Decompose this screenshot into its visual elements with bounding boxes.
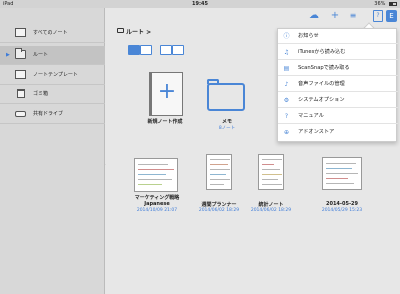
sidebar-item-label: すべてのノート <box>33 30 68 36</box>
folder-icon <box>117 28 124 33</box>
sidebar: すべてのノート ▶ ルート ノートテンプレート ゴミ箱 共有ドライブ <box>0 8 105 294</box>
menu-item-addon-store[interactable]: ⊕ アドオンストア <box>278 125 398 140</box>
note-item[interactable]: 2014-05-29 2014/05/29 15:23 <box>310 201 374 219</box>
divider <box>0 42 105 43</box>
cloud-sync-icon[interactable]: ☁ <box>306 10 322 22</box>
selected-arrow-icon: ▶ <box>6 52 10 58</box>
scan-icon: ▤ <box>283 65 290 72</box>
note-thumbnail[interactable] <box>134 158 178 192</box>
sidebar-item-label: ゴミ箱 <box>33 91 49 97</box>
note-item[interactable]: 統計ノート 2014/06/02 18:29 <box>241 201 301 219</box>
note-thumbnail[interactable] <box>258 154 284 190</box>
template-icon <box>15 70 26 79</box>
grid-view-button[interactable] <box>128 45 140 55</box>
breadcrumb[interactable]: ルート > <box>126 27 151 36</box>
note-item[interactable]: マーケティング戦略 Japanese 2014/10/09 21:07 <box>122 194 192 218</box>
sidebar-item-label: 共有ドライブ <box>33 111 64 117</box>
menu-item-label: お知らせ <box>298 33 319 39</box>
divider <box>0 103 105 104</box>
sidebar-item-label: ノートテンプレート <box>33 72 78 78</box>
menu-dropdown: ⓘ お知らせ ♫ iTunesから読み込む ▤ ScanSnapで読み取る ♪ … <box>277 28 398 142</box>
note-date: 2014/06/02 18:29 <box>250 208 292 213</box>
settings-button[interactable]: ? <box>373 10 383 22</box>
divider <box>0 123 105 124</box>
folder-icon <box>15 48 26 59</box>
menu-item-manual[interactable]: ? マニュアル <box>278 109 398 124</box>
sidebar-item-root[interactable]: ▶ ルート <box>0 46 105 64</box>
folder-note-count: 8ノート <box>218 126 236 131</box>
menu-item-label: ScanSnapで読み取る <box>298 65 350 71</box>
select-button[interactable] <box>172 45 184 55</box>
audio-file-icon: ♪ <box>284 81 289 88</box>
evernote-icon[interactable]: E <box>386 10 397 22</box>
menu-item-audio-files[interactable]: ♪ 音声ファイルの管理 <box>278 77 398 92</box>
menu-item-notices[interactable]: ⓘ お知らせ <box>278 29 398 44</box>
memo-folder-label-wrap: メモ 8ノート <box>192 118 262 136</box>
menu-item-label: システムオプション <box>298 97 345 103</box>
note-item[interactable]: 週間プランナー 2014/06/02 18:29 <box>189 201 249 219</box>
menu-icon[interactable]: ≡ <box>347 10 359 22</box>
divider <box>0 64 105 65</box>
note-title: 週間プランナー <box>201 202 237 208</box>
note-date: 2014/10/09 21:07 <box>136 208 178 213</box>
note-date: 2014/06/02 18:29 <box>198 208 240 213</box>
new-note-label-wrap: 新規ノート作成 <box>130 118 200 128</box>
status-bar: iPad 19:45 36% <box>0 0 400 8</box>
note-date: 2014/05/29 15:23 <box>321 208 363 213</box>
sidebar-item-all-notes[interactable]: すべてのノート <box>0 24 105 42</box>
note-title: マーケティング戦略 <box>134 195 180 201</box>
note-title: 2014-05-29 <box>326 201 358 207</box>
menu-item-itunes-import[interactable]: ♫ iTunesから読み込む <box>278 45 398 60</box>
menu-item-label: マニュアル <box>298 113 324 119</box>
drive-icon <box>15 111 26 117</box>
add-icon[interactable]: + <box>329 10 341 22</box>
sidebar-item-shared-drive[interactable]: 共有ドライブ <box>0 105 105 123</box>
trash-icon <box>17 89 25 98</box>
plus-icon: + <box>157 79 177 104</box>
battery-label: 36% <box>374 1 386 7</box>
memo-folder-tile[interactable] <box>207 83 245 111</box>
battery-status: 36% <box>374 0 397 8</box>
menu-item-scansnap[interactable]: ▤ ScanSnapで読み取る <box>278 61 398 76</box>
note-title: 統計ノート <box>258 202 284 208</box>
note-subtitle: Japanese <box>144 201 170 207</box>
menu-item-system-options[interactable]: ⚙ システムオプション <box>278 93 398 108</box>
info-icon: ⓘ <box>283 33 290 40</box>
note-thumbnail[interactable] <box>322 157 362 190</box>
sidebar-item-trash[interactable]: ゴミ箱 <box>0 85 105 103</box>
music-note-icon: ♫ <box>283 49 290 56</box>
note-thumbnail[interactable] <box>206 154 232 190</box>
folder-title: メモ <box>221 119 232 125</box>
sidebar-item-label: ルート <box>33 52 49 58</box>
menu-item-label: アドオンストア <box>298 129 335 135</box>
menu-item-label: iTunesから読み込む <box>298 49 346 55</box>
cart-icon: ⊕ <box>283 129 290 136</box>
sort-button[interactable] <box>160 45 172 55</box>
sidebar-item-note-templates[interactable]: ノートテンプレート <box>0 66 105 84</box>
help-icon: ? <box>284 113 289 120</box>
clock: 19:45 <box>192 1 208 7</box>
list-view-button[interactable] <box>140 45 152 55</box>
new-note-label: 新規ノート作成 <box>147 119 183 125</box>
gear-icon: ⚙ <box>283 97 290 104</box>
battery-icon <box>389 1 397 6</box>
notes-icon <box>15 28 26 37</box>
menu-item-label: 音声ファイルの管理 <box>298 81 345 87</box>
